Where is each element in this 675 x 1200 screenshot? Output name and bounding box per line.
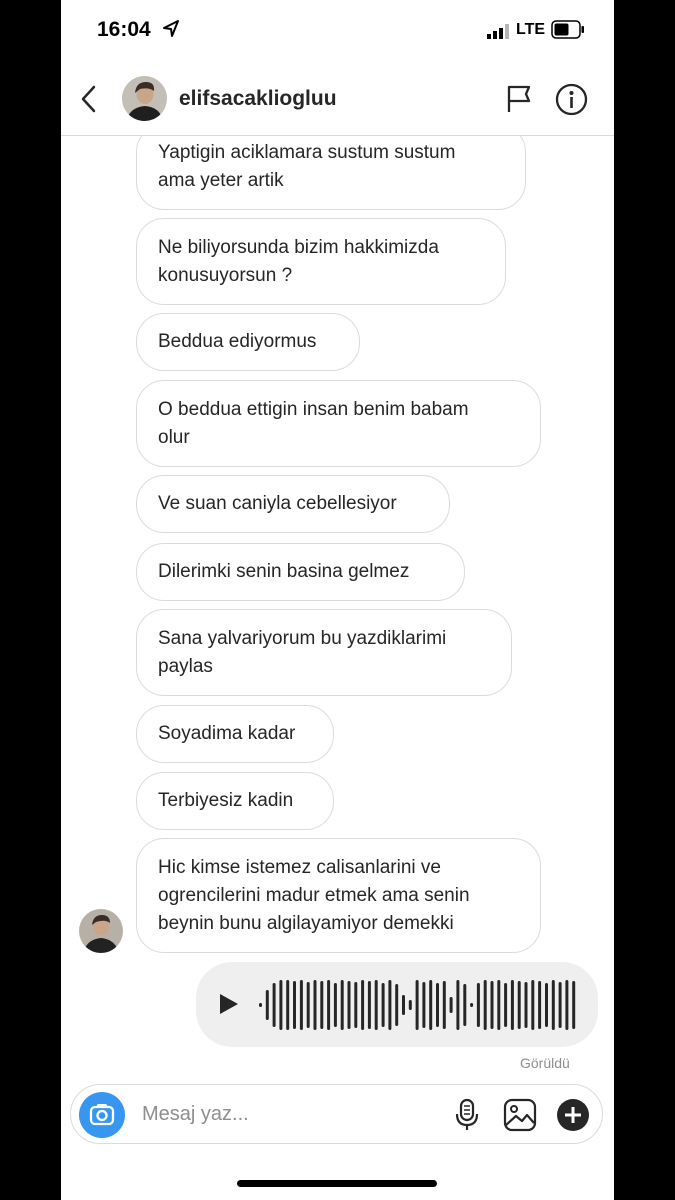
- voice-message[interactable]: [196, 962, 598, 1047]
- network-label: LTE: [516, 21, 546, 38]
- home-indicator: [237, 1180, 437, 1187]
- message-bubble[interactable]: Yaptigin aciklamara sustum sustum ama ye…: [136, 124, 526, 210]
- message-bubble[interactable]: Terbiyesiz kadin: [136, 772, 334, 830]
- location-arrow-icon: [163, 20, 179, 37]
- add-icon[interactable]: [556, 1098, 590, 1132]
- gallery-icon[interactable]: [503, 1098, 537, 1132]
- message-input[interactable]: Mesaj yaz...: [142, 1103, 249, 1126]
- play-icon[interactable]: [218, 992, 240, 1016]
- status-bar: 16:04 LTE: [61, 0, 614, 62]
- message-bubble[interactable]: Ne biliyorsunda bizim hakkimizda konusuy…: [136, 218, 506, 305]
- profile-avatar[interactable]: [122, 76, 167, 121]
- message-bubble[interactable]: Hic kimse istemez calisanlarini ve ogren…: [136, 838, 541, 953]
- message-bubble[interactable]: Ve suan caniyla cebellesiyor: [136, 475, 450, 533]
- battery-icon: [551, 20, 584, 39]
- microphone-icon[interactable]: [455, 1098, 479, 1132]
- sender-avatar[interactable]: [79, 909, 123, 953]
- signal-icon: [487, 24, 509, 39]
- message-thread: Yaptigin aciklamara sustum sustum ama ye…: [61, 0, 614, 1200]
- message-bubble[interactable]: Sana yalvariyorum bu yazdiklarimi paylas: [136, 609, 512, 696]
- message-bubble[interactable]: Soyadima kadar: [136, 705, 334, 763]
- message-bubble[interactable]: O beddua ettigin insan benim babam olur: [136, 380, 541, 467]
- chat-username[interactable]: elifsacakliogluu: [179, 87, 337, 111]
- phone-screen: Yaptigin aciklamara sustum sustum ama ye…: [61, 0, 614, 1200]
- camera-icon: [89, 1104, 115, 1126]
- message-bubble[interactable]: Dilerimki senin basina gelmez: [136, 543, 465, 601]
- message-bubble[interactable]: Beddua ediyormus: [136, 313, 360, 371]
- seen-label: Görüldü: [520, 1055, 570, 1071]
- info-icon[interactable]: [555, 83, 588, 116]
- message-composer: Mesaj yaz...: [70, 1084, 603, 1144]
- waveform-icon: [259, 980, 576, 1030]
- clock: 16:04: [97, 18, 151, 41]
- camera-button[interactable]: [79, 1092, 125, 1138]
- back-icon[interactable]: [79, 84, 99, 114]
- flag-icon[interactable]: [506, 84, 532, 114]
- chat-header: elifsacakliogluu: [61, 62, 614, 136]
